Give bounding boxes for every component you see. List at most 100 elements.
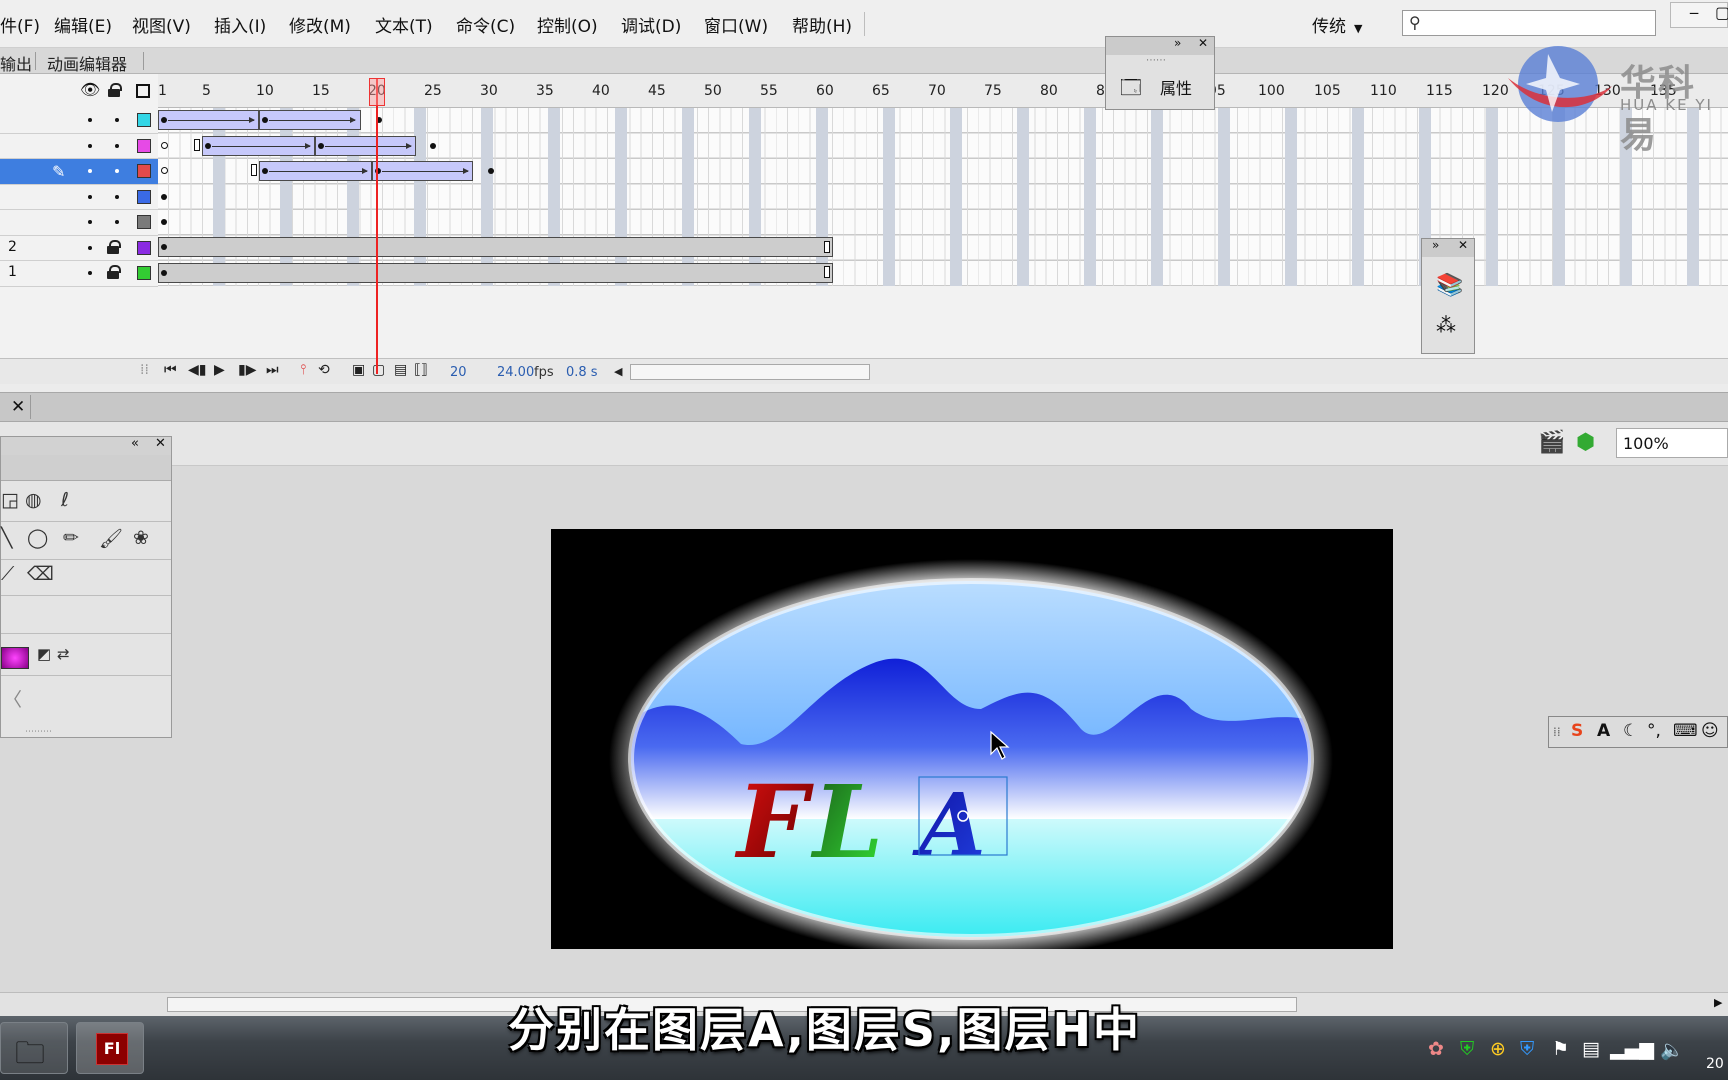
visibility-dot[interactable] bbox=[88, 194, 92, 199]
onion-skin-icon[interactable]: ▣ bbox=[352, 362, 365, 378]
line-tool-icon[interactable]: ╲ bbox=[1, 527, 12, 549]
deco-tool-icon[interactable]: ❀ bbox=[133, 527, 149, 549]
last-frame-icon[interactable]: ⏭ bbox=[266, 362, 279, 378]
layer-outline-color[interactable] bbox=[137, 164, 151, 178]
eraser-tool-icon[interactable]: ⌫ bbox=[27, 563, 54, 585]
keyframe[interactable] bbox=[262, 168, 268, 174]
empty-keyframe[interactable] bbox=[161, 167, 168, 174]
menu-debug[interactable]: 调试(D) bbox=[621, 12, 681, 37]
keyframe[interactable] bbox=[161, 194, 167, 200]
layer-outline-color[interactable] bbox=[137, 240, 151, 255]
help-search-input[interactable]: ⚲ bbox=[1402, 10, 1656, 36]
menu-text[interactable]: 文本(T) bbox=[375, 12, 433, 37]
scroll-left-icon[interactable]: ◀ bbox=[614, 365, 622, 378]
onion-markers-icon[interactable]: ⟦⟧ bbox=[414, 362, 428, 378]
timeline-scrollbar-thumb[interactable] bbox=[630, 364, 870, 380]
lock-icon[interactable] bbox=[107, 265, 121, 279]
keyframe[interactable] bbox=[161, 219, 167, 225]
keyframe[interactable] bbox=[488, 168, 494, 174]
layer-row[interactable]: 1 bbox=[0, 261, 158, 287]
layer-outline-color[interactable] bbox=[137, 189, 151, 204]
keyframe[interactable] bbox=[161, 244, 167, 250]
volume-icon[interactable]: 🔈 bbox=[1660, 1038, 1684, 1061]
stage-canvas[interactable]: F L A bbox=[551, 529, 1393, 949]
step-back-icon[interactable]: ◀︎▮ bbox=[188, 362, 206, 378]
step-forward-icon[interactable]: ▮▶︎ bbox=[238, 362, 256, 378]
close-icon[interactable]: ✕ bbox=[155, 436, 166, 451]
layer-row[interactable] bbox=[0, 210, 158, 236]
workspace-switcher[interactable]: 传统 ▼ bbox=[1312, 12, 1362, 37]
action-center-flag-icon[interactable]: ⚑ bbox=[1552, 1038, 1569, 1060]
defender-shield-icon[interactable]: ⛨ bbox=[1520, 1038, 1534, 1060]
grip-icon[interactable]: ⁞⁞ bbox=[1553, 725, 1561, 739]
visibility-dot[interactable] bbox=[88, 220, 92, 224]
zoom-field[interactable]: 100% bbox=[1616, 428, 1728, 458]
layer-row[interactable] bbox=[0, 185, 158, 210]
components-icon[interactable]: ⁂ bbox=[1436, 313, 1456, 337]
visibility-dot[interactable] bbox=[88, 245, 92, 250]
expand-icon[interactable]: » bbox=[1174, 36, 1181, 50]
properties-label[interactable]: 属性 bbox=[1160, 75, 1192, 99]
lock-dot[interactable] bbox=[115, 220, 119, 224]
security-shield-icon[interactable]: ⛨ bbox=[1460, 1038, 1474, 1060]
close-icon[interactable]: ✕ bbox=[1198, 36, 1208, 50]
lock-dot[interactable] bbox=[115, 194, 119, 199]
menu-file[interactable]: 件(F) bbox=[0, 12, 40, 37]
3d-rotation-tool-icon[interactable]: ◍ bbox=[25, 489, 42, 511]
visibility-dot[interactable] bbox=[88, 118, 92, 122]
expand-icon[interactable]: » bbox=[1432, 238, 1439, 252]
layer-outline-color[interactable] bbox=[137, 138, 151, 153]
frame-grid[interactable] bbox=[158, 108, 1728, 358]
frame-ruler[interactable]: 1 5 10 15 20 25 30 35 40 45 50 55 60 65 … bbox=[158, 74, 1728, 108]
playhead-handle[interactable] bbox=[369, 78, 385, 106]
empty-keyframe[interactable] bbox=[161, 142, 168, 149]
keyframe[interactable] bbox=[262, 117, 268, 123]
keyframe[interactable] bbox=[205, 143, 211, 149]
keyframe[interactable] bbox=[430, 143, 436, 149]
panel-titlebar[interactable]: « ✕ bbox=[1, 436, 171, 455]
fill-color-swatch[interactable] bbox=[1, 647, 29, 669]
menu-insert[interactable]: 插入(I) bbox=[214, 12, 266, 37]
eye-icon[interactable]: 👁 bbox=[80, 80, 100, 99]
play-icon[interactable]: ▶ bbox=[214, 362, 225, 378]
panel-titlebar[interactable]: » ✕ bbox=[1422, 238, 1474, 257]
tab-motion-editor[interactable]: 动画编辑器 bbox=[47, 51, 127, 75]
black-white-icon[interactable]: ◩ bbox=[37, 645, 51, 663]
visibility-dot[interactable] bbox=[88, 169, 92, 173]
collapse-icon[interactable]: « bbox=[131, 436, 139, 451]
edit-multiple-icon[interactable]: ▤ bbox=[394, 362, 407, 378]
keyboard-icon[interactable]: ⌨ bbox=[1673, 721, 1698, 741]
outline-all-icon[interactable] bbox=[136, 84, 150, 98]
static-frames-span[interactable] bbox=[158, 237, 833, 257]
properties-icon[interactable]: 🗔 bbox=[1120, 73, 1142, 107]
close-icon[interactable]: ✕ bbox=[1458, 238, 1468, 252]
tray-app-icon[interactable]: ✿ bbox=[1428, 1038, 1444, 1060]
oval-tool-icon[interactable]: ◯ bbox=[27, 527, 48, 549]
layer-outline-color[interactable] bbox=[137, 266, 151, 280]
input-mode-icon[interactable]: A bbox=[1597, 721, 1610, 741]
chevron-left-icon[interactable]: 〈 bbox=[3, 685, 22, 712]
clock[interactable]: 20 bbox=[1706, 1056, 1724, 1072]
menu-help[interactable]: 帮助(H) bbox=[792, 12, 852, 37]
lock-dot[interactable] bbox=[115, 143, 119, 148]
menu-edit[interactable]: 编辑(E) bbox=[54, 12, 112, 37]
menu-window[interactable]: 窗口(W) bbox=[704, 12, 768, 37]
keyframe[interactable] bbox=[318, 143, 324, 149]
half-width-icon[interactable]: ☾ bbox=[1623, 721, 1638, 741]
network-icon[interactable]: ▂▄▆ bbox=[1610, 1038, 1654, 1060]
eyedropper-tool-icon[interactable]: ⟋ bbox=[1, 563, 14, 585]
close-icon[interactable]: ✕ bbox=[11, 397, 25, 417]
first-frame-icon[interactable]: ⏮ bbox=[164, 362, 177, 378]
lock-all-icon[interactable] bbox=[108, 83, 122, 97]
lasso-tool-icon[interactable]: ℓ bbox=[61, 489, 69, 511]
edit-symbol-icon[interactable]: ⬢ bbox=[1576, 430, 1595, 455]
add-icon[interactable]: ⊕ bbox=[1490, 1038, 1506, 1060]
free-transform-tool-icon[interactable]: ◲ bbox=[1, 489, 19, 511]
layer-row-active[interactable]: ✎ bbox=[0, 159, 158, 185]
layer-row[interactable] bbox=[0, 134, 158, 159]
lock-dot[interactable] bbox=[115, 169, 119, 173]
punctuation-icon[interactable]: °, bbox=[1647, 721, 1661, 741]
menu-control[interactable]: 控制(O) bbox=[537, 12, 598, 37]
device-icon[interactable]: ▤ bbox=[1582, 1038, 1600, 1060]
layer-row[interactable]: 2 bbox=[0, 236, 158, 261]
